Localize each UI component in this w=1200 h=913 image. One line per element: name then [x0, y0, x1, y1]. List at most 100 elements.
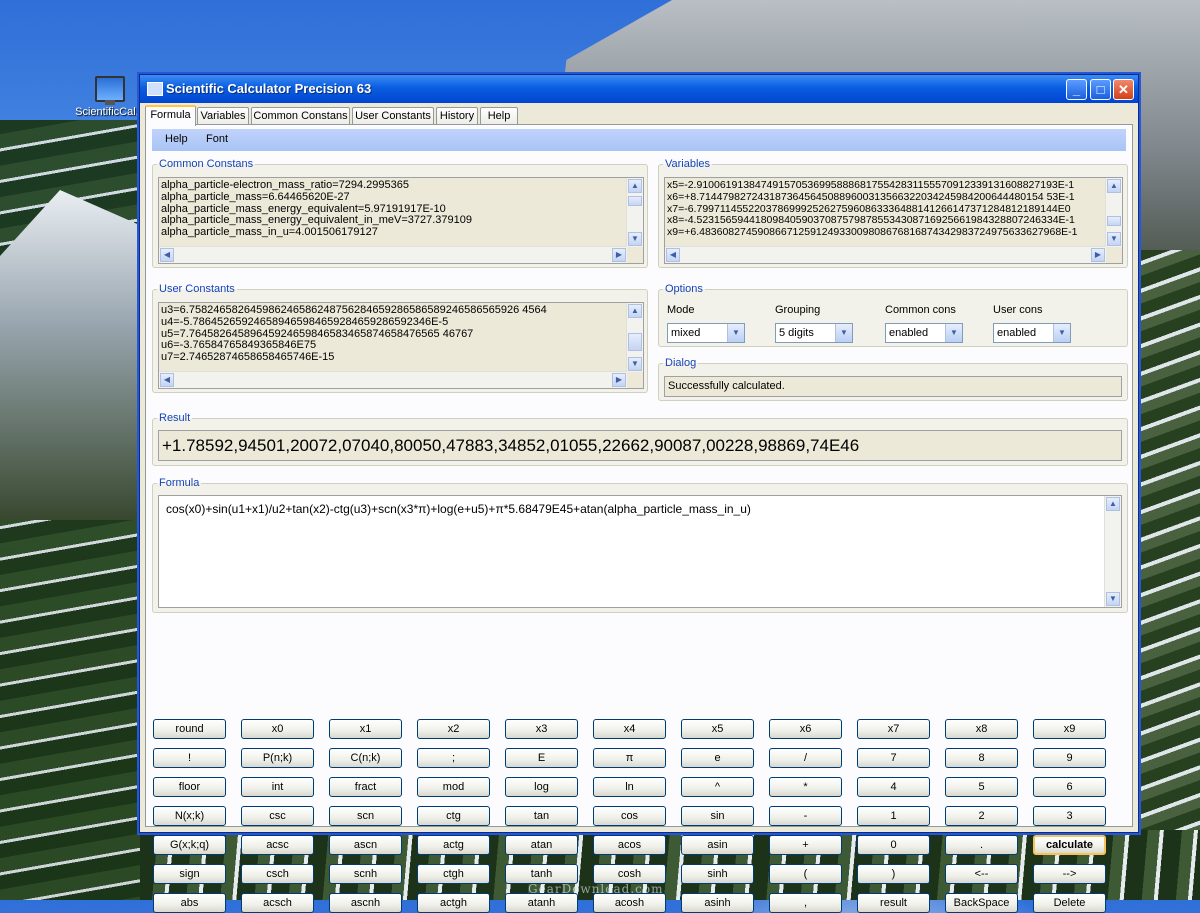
user-cons-select[interactable]: enabled ▼ [993, 323, 1071, 343]
horizontal-scrollbar[interactable]: ◀ ▶ [159, 371, 627, 388]
list-item[interactable]: x9=+6.4836082745908667125912493300980867… [667, 226, 1104, 239]
key-acsc[interactable]: acsc [241, 835, 314, 855]
key-ascnh[interactable]: ascnh [329, 893, 402, 913]
key-mod[interactable]: mod [417, 777, 490, 797]
key-floor[interactable]: floor [153, 777, 226, 797]
tab-variables[interactable]: Variables [197, 107, 249, 125]
key-permutation[interactable]: P(n;k) [241, 748, 314, 768]
key-1[interactable]: 1 [857, 806, 930, 826]
key-abs[interactable]: abs [153, 893, 226, 913]
key-sign[interactable]: sign [153, 864, 226, 884]
scroll-down-icon[interactable]: ▼ [628, 357, 642, 371]
key-log[interactable]: log [505, 777, 578, 797]
scroll-right-icon[interactable]: ▶ [612, 373, 626, 387]
key-x6[interactable]: x6 [769, 719, 842, 739]
key-plus[interactable]: + [769, 835, 842, 855]
scroll-up-icon[interactable]: ▲ [1107, 179, 1121, 193]
key-asinh[interactable]: asinh [681, 893, 754, 913]
vertical-scrollbar[interactable]: ▲ ▼ [1104, 496, 1121, 607]
list-item[interactable]: alpha_particle_mass=6.64465620E-27 [161, 191, 625, 204]
key-combination[interactable]: C(n;k) [329, 748, 402, 768]
tab-help[interactable]: Help [480, 107, 518, 125]
key-round[interactable]: round [153, 719, 226, 739]
key-power[interactable]: ^ [681, 777, 754, 797]
scroll-thumb[interactable] [628, 196, 642, 206]
key-multiply[interactable]: * [769, 777, 842, 797]
list-item[interactable]: u4=-5.7864526592465894659846592846592865… [161, 316, 625, 329]
key-acsch[interactable]: acsch [241, 893, 314, 913]
common-cons-select[interactable]: enabled ▼ [885, 323, 963, 343]
maximize-button[interactable]: □ [1090, 79, 1111, 100]
cursor-left-button[interactable]: <-- [945, 864, 1018, 884]
scroll-up-icon[interactable]: ▲ [628, 179, 642, 193]
formula-input[interactable]: cos(x0)+sin(u1+x1)/u2+tan(x2)-ctg(u3)+sc… [158, 495, 1122, 608]
desktop-shortcut[interactable]: ScientificCal... [74, 74, 146, 118]
key-pi[interactable]: π [593, 748, 666, 768]
user-constants-list[interactable]: u3=6.75824658264598624658624875628465928… [158, 302, 644, 389]
key-int[interactable]: int [241, 777, 314, 797]
horizontal-scrollbar[interactable]: ◀ ▶ [159, 246, 627, 263]
chevron-down-icon[interactable]: ▼ [1053, 324, 1070, 342]
key-5[interactable]: 5 [945, 777, 1018, 797]
title-bar[interactable]: Scientific Calculator Precision 63 _ □ ✕ [140, 75, 1138, 103]
delete-button[interactable]: Delete [1033, 893, 1106, 913]
key-e[interactable]: e [681, 748, 754, 768]
key-tanh[interactable]: tanh [505, 864, 578, 884]
key-scn[interactable]: scn [329, 806, 402, 826]
grouping-select[interactable]: 5 digits ▼ [775, 323, 853, 343]
key-exponent[interactable]: E [505, 748, 578, 768]
tab-common-constans[interactable]: Common Constans [251, 107, 350, 125]
key-tan[interactable]: tan [505, 806, 578, 826]
key-acosh[interactable]: acosh [593, 893, 666, 913]
key-scnh[interactable]: scnh [329, 864, 402, 884]
key-7[interactable]: 7 [857, 748, 930, 768]
scroll-up-icon[interactable]: ▲ [1106, 497, 1120, 511]
key-8[interactable]: 8 [945, 748, 1018, 768]
key-sinh[interactable]: sinh [681, 864, 754, 884]
key-csc[interactable]: csc [241, 806, 314, 826]
key-x5[interactable]: x5 [681, 719, 754, 739]
calculate-button[interactable]: calculate [1033, 835, 1106, 855]
key-acos[interactable]: acos [593, 835, 666, 855]
scroll-left-icon[interactable]: ◀ [160, 248, 174, 262]
key-ln[interactable]: ln [593, 777, 666, 797]
menu-font[interactable]: Font [206, 133, 228, 145]
horizontal-scrollbar[interactable]: ◀ ▶ [665, 246, 1106, 263]
scroll-thumb[interactable] [628, 333, 642, 351]
minimize-button[interactable]: _ [1066, 79, 1087, 100]
scroll-up-icon[interactable]: ▲ [628, 304, 642, 318]
result-button[interactable]: result [857, 893, 930, 913]
scroll-down-icon[interactable]: ▼ [628, 232, 642, 246]
key-atanh[interactable]: atanh [505, 893, 578, 913]
key-x8[interactable]: x8 [945, 719, 1018, 739]
key-x3[interactable]: x3 [505, 719, 578, 739]
vertical-scrollbar[interactable]: ▲ ▼ [626, 303, 643, 372]
key-x1[interactable]: x1 [329, 719, 402, 739]
key-minus[interactable]: - [769, 806, 842, 826]
tab-user-constants[interactable]: User Constants [352, 107, 434, 125]
key-actg[interactable]: actg [417, 835, 490, 855]
key-cosh[interactable]: cosh [593, 864, 666, 884]
key-divide[interactable]: / [769, 748, 842, 768]
backspace-button[interactable]: BackSpace [945, 893, 1018, 913]
key-ascn[interactable]: ascn [329, 835, 402, 855]
scroll-thumb[interactable] [1107, 216, 1121, 226]
key-6[interactable]: 6 [1033, 777, 1106, 797]
tab-formula[interactable]: Formula [145, 105, 196, 126]
key-semicolon[interactable]: ; [417, 748, 490, 768]
key-2[interactable]: 2 [945, 806, 1018, 826]
list-item[interactable]: x6=+8.7144798272431873645645088960031356… [667, 191, 1104, 204]
key-decimal-point[interactable]: . [945, 835, 1018, 855]
key-x2[interactable]: x2 [417, 719, 490, 739]
app-icon[interactable] [147, 82, 163, 96]
variables-list[interactable]: x5=-2.9100619138474915705369958886817554… [664, 177, 1123, 264]
scroll-right-icon[interactable]: ▶ [612, 248, 626, 262]
key-csch[interactable]: csch [241, 864, 314, 884]
key-ctg[interactable]: ctg [417, 806, 490, 826]
tab-history[interactable]: History [436, 107, 478, 125]
close-button[interactable]: ✕ [1113, 79, 1134, 100]
key-0[interactable]: 0 [857, 835, 930, 855]
key-cos[interactable]: cos [593, 806, 666, 826]
scroll-left-icon[interactable]: ◀ [160, 373, 174, 387]
key-nxk[interactable]: N(x;k) [153, 806, 226, 826]
